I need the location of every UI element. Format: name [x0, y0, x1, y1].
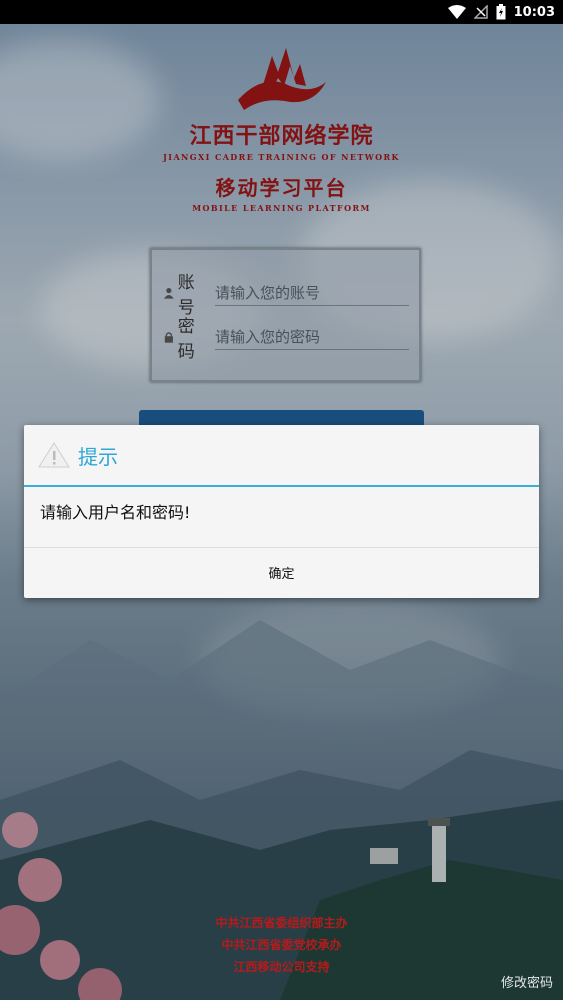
footer-line: 中共江西省委组织部主办 [215, 916, 348, 930]
alert-dialog: 提示 请输入用户名和密码! 确定 [24, 425, 539, 598]
confirm-button[interactable]: 确定 [24, 548, 539, 597]
dialog-header: 提示 [24, 425, 539, 487]
wifi-icon [447, 5, 466, 19]
dialog-message: 请输入用户名和密码! [40, 503, 191, 522]
footer-line: 江西移动公司支持 [233, 960, 330, 974]
status-time: 10:03 [513, 4, 555, 20]
status-bar: 10:03 [0, 0, 563, 24]
footer-line: 中共江西省委党校承办 [221, 938, 342, 952]
dialog-title: 提示 [78, 444, 118, 469]
no-signal-icon [473, 5, 488, 19]
modify-password-link[interactable]: 修改密码 [501, 972, 553, 991]
footer-credits: 中共江西省委组织部主办 中共江西省委党校承办 江西移动公司支持 [0, 912, 563, 978]
battery-charging-icon [496, 4, 506, 20]
warning-icon [38, 442, 70, 468]
